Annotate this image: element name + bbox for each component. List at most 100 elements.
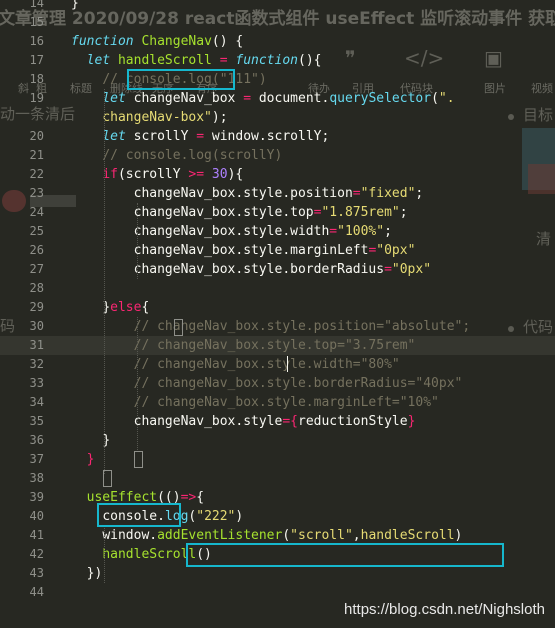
code-text[interactable]: let changeNav_box = document.querySelect… bbox=[71, 89, 454, 108]
line-number: 41 bbox=[29, 528, 44, 542]
line-number: 25 bbox=[29, 224, 44, 238]
code-line[interactable]: 31 // changeNav_box.style.top="3.75rem" bbox=[0, 336, 555, 355]
code-line[interactable]: 15 bbox=[0, 13, 555, 32]
code-text[interactable]: useEffect(()=>{ bbox=[71, 488, 204, 507]
line-number: 30 bbox=[29, 319, 44, 333]
line-number: 28 bbox=[29, 281, 44, 295]
code-line[interactable]: 39 useEffect(()=>{ bbox=[0, 488, 555, 507]
line-number: 14 bbox=[29, 0, 44, 10]
code-text[interactable]: function ChangeNav() { bbox=[71, 32, 243, 51]
line-number: 16 bbox=[29, 34, 44, 48]
line-number: 22 bbox=[29, 167, 44, 181]
code-text[interactable]: // changeNav_box.style.position="absolut… bbox=[71, 317, 471, 336]
code-text[interactable]: if(scrollY >= 30){ bbox=[71, 165, 243, 184]
line-number: 40 bbox=[29, 509, 44, 523]
code-line[interactable]: 33 // changeNav_box.style.borderRadius="… bbox=[0, 374, 555, 393]
code-line[interactable]: 29 }else{ bbox=[0, 298, 555, 317]
line-number: 15 bbox=[29, 15, 44, 29]
bracket-match-marker bbox=[174, 319, 183, 336]
code-text[interactable]: } bbox=[71, 450, 95, 469]
code-text[interactable]: // changeNav_box.style.width="80%" bbox=[71, 355, 400, 374]
code-line[interactable]: 17 let handleScroll = function(){ bbox=[0, 51, 555, 70]
line-number: 42 bbox=[29, 547, 44, 561]
code-line[interactable]: 37 } bbox=[0, 450, 555, 469]
line-number: 21 bbox=[29, 148, 44, 162]
line-number: 24 bbox=[29, 205, 44, 219]
line-number: 44 bbox=[29, 585, 44, 599]
code-text[interactable]: window.addEventListener("scroll",handleS… bbox=[71, 526, 462, 545]
line-number: 18 bbox=[29, 72, 44, 86]
indent-guide bbox=[137, 317, 138, 450]
code-line[interactable]: 34 // changeNav_box.style.marginLeft="10… bbox=[0, 393, 555, 412]
code-text[interactable]: changeNav_box.style.marginLeft="0px" bbox=[71, 241, 416, 260]
code-line[interactable]: 16 function ChangeNav() { bbox=[0, 32, 555, 51]
watermark: https://blog.csdn.net/Nighsloth bbox=[344, 601, 545, 618]
line-number: 33 bbox=[29, 376, 44, 390]
text-cursor bbox=[287, 356, 288, 372]
code-text[interactable]: // console.log("111") bbox=[71, 70, 266, 89]
code-text[interactable]: changeNav_box.style.borderRadius="0px" bbox=[71, 260, 431, 279]
line-number: 17 bbox=[29, 53, 44, 67]
code-editor[interactable]: 14} 15 16 function ChangeNav() {17 let hand… bbox=[0, 0, 555, 628]
line-number: 32 bbox=[29, 357, 44, 371]
code-line[interactable]: 40 console.log("222") bbox=[0, 507, 555, 526]
line-number: 39 bbox=[29, 490, 44, 504]
code-line[interactable]: 43 }) bbox=[0, 564, 555, 583]
indent-guide bbox=[137, 203, 138, 279]
code-line[interactable]: 14} bbox=[0, 0, 555, 13]
code-text[interactable]: // changeNav_box.style.borderRadius="40p… bbox=[71, 374, 463, 393]
code-line[interactable]: 32 // changeNav_box.style.width="80%" bbox=[0, 355, 555, 374]
code-text[interactable]: console.log("222") bbox=[71, 507, 243, 526]
code-text[interactable]: }) bbox=[71, 564, 103, 583]
code-text[interactable]: changeNav_box.style.position="fixed"; bbox=[71, 184, 424, 203]
code-line[interactable]: 25 changeNav_box.style.width="100%"; bbox=[0, 222, 555, 241]
code-line[interactable]: 20 let scrollY = window.scrollY; bbox=[0, 127, 555, 146]
line-number: 31 bbox=[29, 338, 44, 352]
code-text[interactable]: changeNav_box.style.top="1.875rem"; bbox=[71, 203, 408, 222]
code-line[interactable]: 35 changeNav_box.style={reductionStyle} bbox=[0, 412, 555, 431]
code-line[interactable]: 22 if(scrollY >= 30){ bbox=[0, 165, 555, 184]
bracket-match-marker bbox=[134, 451, 143, 468]
line-number: 19 bbox=[29, 91, 44, 105]
code-line[interactable]: 42 handleScroll() bbox=[0, 545, 555, 564]
code-text[interactable]: } bbox=[71, 0, 79, 13]
indent-guide bbox=[104, 526, 105, 583]
code-line[interactable]: 23 changeNav_box.style.position="fixed"; bbox=[0, 184, 555, 203]
line-number: 35 bbox=[29, 414, 44, 428]
code-line[interactable]: 41 window.addEventListener("scroll",hand… bbox=[0, 526, 555, 545]
line-number: 20 bbox=[29, 129, 44, 143]
code-text[interactable]: changeNav_box.style={reductionStyle} bbox=[71, 412, 416, 431]
line-number: 34 bbox=[29, 395, 44, 409]
code-text[interactable]: handleScroll() bbox=[71, 545, 212, 564]
line-number: 29 bbox=[29, 300, 44, 314]
code-text[interactable]: // changeNav_box.style.marginLeft="10%" bbox=[71, 393, 439, 412]
code-line[interactable]: 24 changeNav_box.style.top="1.875rem"; bbox=[0, 203, 555, 222]
code-text[interactable]: let scrollY = window.scrollY; bbox=[71, 127, 329, 146]
code-text[interactable]: // console.log(scrollY) bbox=[71, 146, 282, 165]
line-number: 23 bbox=[29, 186, 44, 200]
line-number: 36 bbox=[29, 433, 44, 447]
code-line[interactable]: 28 bbox=[0, 279, 555, 298]
code-line[interactable]: 19 let changeNav_box = document.querySel… bbox=[0, 89, 555, 108]
code-line[interactable]: 27 changeNav_box.style.borderRadius="0px… bbox=[0, 260, 555, 279]
line-number: 38 bbox=[29, 471, 44, 485]
code-text[interactable]: changeNav-box"); bbox=[71, 108, 227, 127]
line-number: 26 bbox=[29, 243, 44, 257]
code-text[interactable]: // changeNav_box.style.top="3.75rem" bbox=[71, 336, 416, 355]
code-text[interactable]: }else{ bbox=[71, 298, 149, 317]
code-line[interactable]: 30 // changeNav_box.style.position="abso… bbox=[0, 317, 555, 336]
code-line[interactable]: 26 changeNav_box.style.marginLeft="0px" bbox=[0, 241, 555, 260]
indent-guide bbox=[104, 89, 105, 474]
line-number: 27 bbox=[29, 262, 44, 276]
code-line[interactable]: changeNav-box"); bbox=[0, 108, 555, 127]
code-text[interactable]: let handleScroll = function(){ bbox=[71, 51, 322, 70]
line-number: 37 bbox=[29, 452, 44, 466]
code-line[interactable]: 21 // console.log(scrollY) bbox=[0, 146, 555, 165]
code-line[interactable]: 38 bbox=[0, 469, 555, 488]
code-line[interactable]: 36 } bbox=[0, 431, 555, 450]
line-number: 43 bbox=[29, 566, 44, 580]
code-line[interactable]: 44 bbox=[0, 583, 555, 602]
code-text[interactable]: changeNav_box.style.width="100%"; bbox=[71, 222, 392, 241]
code-line[interactable]: 18 // console.log("111") bbox=[0, 70, 555, 89]
bracket-match-marker bbox=[103, 470, 112, 487]
